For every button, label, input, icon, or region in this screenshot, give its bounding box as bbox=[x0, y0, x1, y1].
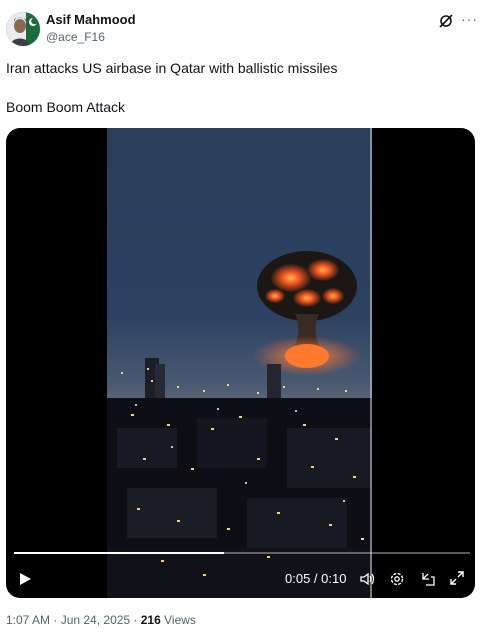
settings-icon[interactable] bbox=[389, 571, 405, 587]
timestamp[interactable]: 1:07 AM · Jun 24, 2025 · bbox=[6, 613, 141, 627]
views-label: Views bbox=[160, 613, 196, 627]
video-frame[interactable] bbox=[107, 128, 372, 598]
avatar[interactable] bbox=[6, 12, 40, 46]
play-icon[interactable] bbox=[18, 572, 32, 586]
author-name[interactable]: Asif Mahmood bbox=[46, 12, 136, 27]
pip-icon[interactable] bbox=[420, 571, 436, 587]
views-count: 216 bbox=[140, 613, 161, 627]
tweet-header: Asif Mahmood @ace_F16 ··· bbox=[6, 9, 482, 49]
grok-icon[interactable] bbox=[438, 13, 454, 29]
tweet-text-line2: Boom Boom Attack bbox=[6, 99, 126, 115]
author-handle[interactable]: @ace_F16 bbox=[46, 30, 105, 44]
fullscreen-icon[interactable] bbox=[450, 571, 464, 585]
tweet-meta: 1:07 AM · Jun 24, 2025 · 216 Views bbox=[6, 613, 196, 627]
tweet-text-line1: Iran attacks US airbase in Qatar with ba… bbox=[6, 60, 338, 76]
volume-icon[interactable] bbox=[360, 571, 376, 587]
explosion-scene bbox=[107, 251, 372, 598]
frame-edge bbox=[370, 128, 372, 598]
progress-fill bbox=[14, 552, 224, 554]
more-options-icon[interactable]: ··· bbox=[461, 11, 478, 27]
video-player[interactable]: 0:05 / 0:10 bbox=[6, 128, 475, 598]
video-time: 0:05 / 0:10 bbox=[285, 571, 347, 586]
